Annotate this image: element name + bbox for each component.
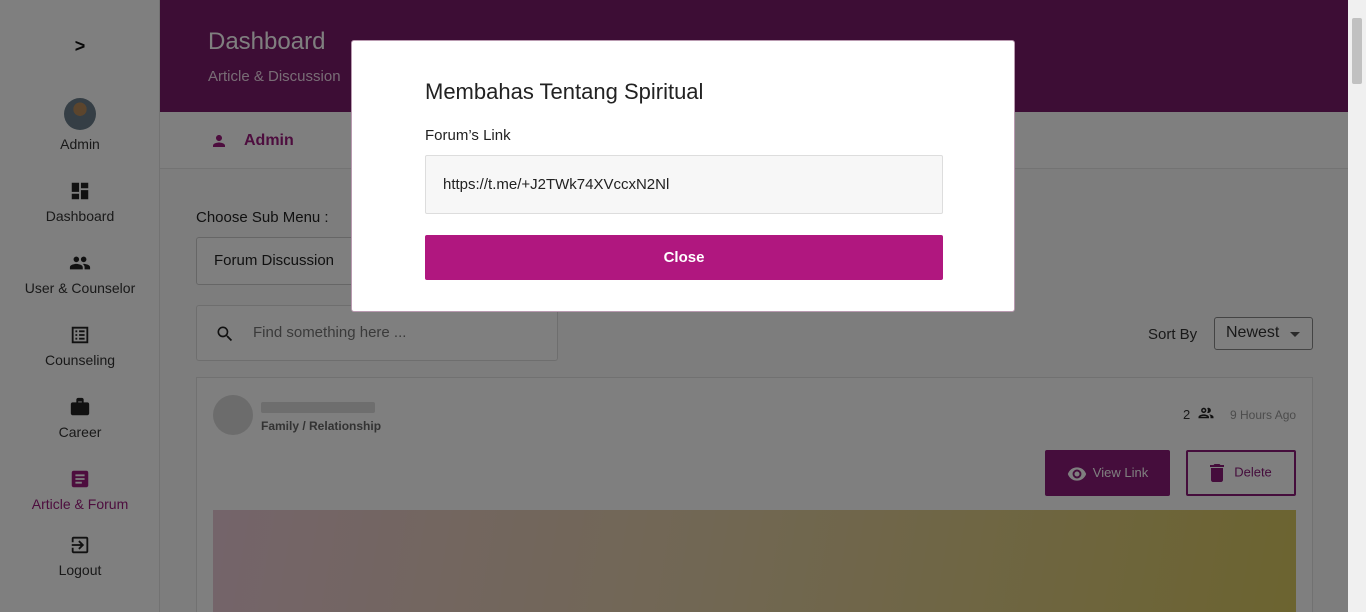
modal-title: Membahas Tentang Spiritual <box>425 79 704 104</box>
scrollbar-thumb[interactable] <box>1352 18 1362 84</box>
page-scrollbar[interactable] <box>1348 0 1366 612</box>
forum-link-field[interactable]: https://t.me/+J2TWk74XVccxN2Nl <box>425 155 943 214</box>
close-button[interactable]: Close <box>425 235 943 280</box>
forum-link-modal: Membahas Tentang Spiritual Forum’s Link … <box>351 40 1015 312</box>
forum-link-label: Forum’s Link <box>425 127 511 144</box>
